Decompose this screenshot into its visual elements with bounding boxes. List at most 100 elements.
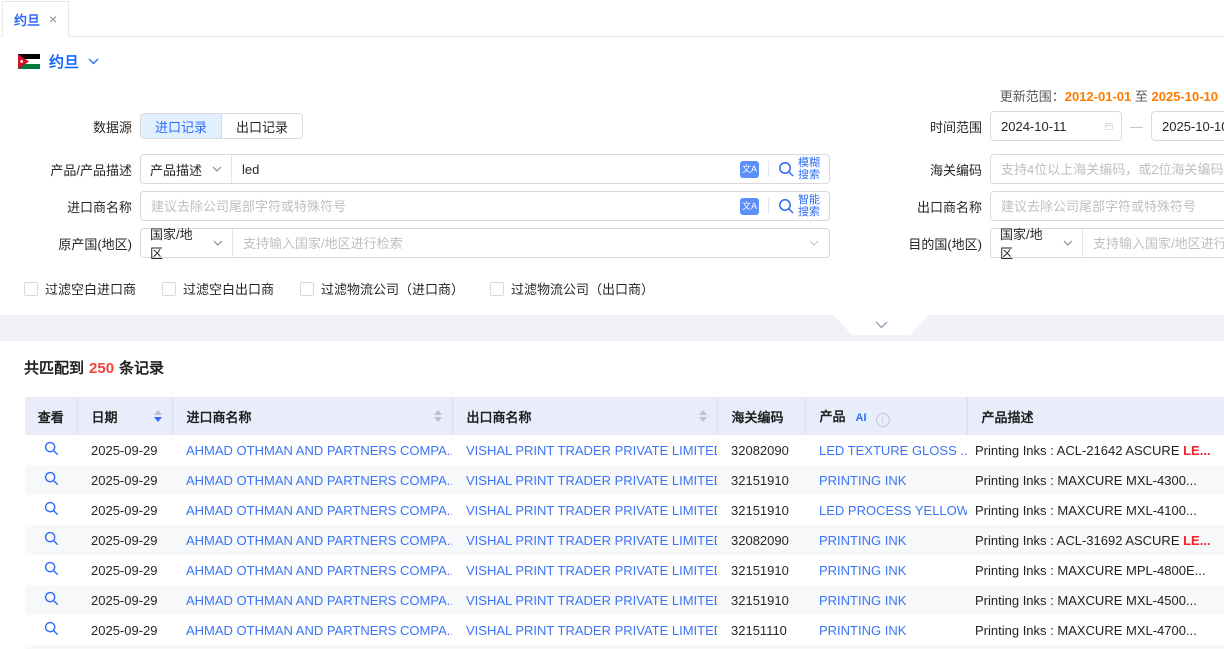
date-start-field[interactable]	[990, 111, 1122, 141]
cell-importer-link[interactable]: AHMAD OTHMAN AND PARTNERS COMPA...	[172, 465, 452, 495]
cell-hs-code: 32151910	[717, 465, 805, 495]
chevron-down-icon[interactable]	[88, 58, 99, 65]
chevron-down-icon	[875, 321, 888, 329]
cell-product-link[interactable]: PRINTING INK	[805, 465, 967, 495]
origin-label: 原产国(地区)	[0, 234, 140, 253]
cell-importer-link[interactable]: AHMAD OTHMAN AND PARTNERS COMPA...	[172, 615, 452, 645]
view-record-icon[interactable]	[44, 621, 59, 636]
date-end-field[interactable]	[1151, 111, 1224, 141]
date-start-input[interactable]	[991, 112, 1105, 140]
cell-view	[25, 645, 77, 649]
checkbox-icon[interactable]	[162, 282, 176, 296]
view-record-icon[interactable]	[44, 441, 59, 456]
date-end-input[interactable]	[1152, 112, 1224, 140]
origin-input[interactable]	[233, 229, 805, 257]
product-type-select[interactable]: 产品描述	[141, 155, 232, 183]
header-importer: 进口商名称	[172, 397, 452, 435]
update-range: 更新范围：2012-01-01 至 2025-10-10	[0, 86, 1224, 105]
smart-search-button[interactable]: 智能搜索	[778, 194, 829, 218]
view-record-icon[interactable]	[44, 591, 59, 606]
info-icon[interactable]	[876, 413, 890, 427]
translate-icon[interactable]	[740, 198, 759, 215]
table-row: 2025-09-29AHMAD OTHMAN AND PARTNERS COMP…	[25, 495, 1224, 525]
view-record-icon[interactable]	[44, 471, 59, 486]
fuzzy-search-button[interactable]: 模糊搜索	[778, 157, 829, 181]
checkbox-icon[interactable]	[490, 282, 504, 296]
origin-field: 国家/地区	[140, 228, 830, 258]
cell-exporter-link[interactable]: VISHAL PRINT TRADER PRIVATE LIMITED	[452, 585, 717, 615]
cell-importer-link[interactable]: AHMAD OTHMAN AND PARTNERS COMPA...	[172, 525, 452, 555]
destination-type-select[interactable]: 国家/地区	[991, 229, 1083, 257]
cell-exporter-link[interactable]: VISHAL PRINT TRADER PRIVATE LIMITED	[452, 435, 717, 465]
view-record-icon[interactable]	[44, 561, 59, 576]
cell-description: Printing Inks : MAXCURE MXL-4500...	[967, 585, 1224, 615]
translate-icon[interactable]	[740, 161, 759, 178]
origin-type-select[interactable]: 国家/地区	[141, 229, 233, 257]
cell-exporter-link[interactable]: VISHAL PRINT TRADER PRIVATE LIMITED	[452, 615, 717, 645]
collapse-strip	[0, 315, 1224, 341]
cell-exporter-link[interactable]: VISHAL PRINT TRADER PRIVATE LIMITED	[452, 465, 717, 495]
exporter-input[interactable]	[991, 192, 1224, 220]
jordan-flag-icon	[18, 54, 40, 69]
header-exporter: 出口商名称	[452, 397, 717, 435]
cell-date: 2025-09-29	[77, 585, 172, 615]
checkbox-icon[interactable]	[300, 282, 314, 296]
cell-product-link[interactable]: LED MONITOR	[805, 645, 967, 649]
close-icon[interactable]: ×	[49, 12, 57, 26]
product-search-field: 产品描述 模糊搜索	[140, 154, 830, 184]
view-record-icon[interactable]	[44, 531, 59, 546]
collapse-panel-button[interactable]	[833, 315, 929, 335]
cell-product-link[interactable]: PRINTING INK	[805, 555, 967, 585]
cell-importer-link[interactable]: SAMSUNG ELECTRONICS CO LTD	[172, 645, 452, 649]
cell-hs-code: 32151110	[717, 615, 805, 645]
table-row: 2025-09-29AHMAD OTHMAN AND PARTNERS COMP…	[25, 615, 1224, 645]
update-range-label: 更新范围：	[1000, 89, 1065, 104]
checkbox-icon[interactable]	[24, 282, 38, 296]
cell-importer-link[interactable]: AHMAD OTHMAN AND PARTNERS COMPA...	[172, 435, 452, 465]
filter-logistics-exporter[interactable]: 过滤物流公司（出口商）	[490, 279, 654, 298]
table-header-row: 查看 日期 进口商名称 出口商名称 海关编码 产品AI 产品描述	[25, 397, 1224, 435]
table-row: 2025-09-29AHMAD OTHMAN AND PARTNERS COMP…	[25, 555, 1224, 585]
time-range-label: 时间范围	[830, 117, 990, 136]
sort-importer-button[interactable]	[434, 410, 442, 422]
cell-description: LS32FM801UMXUE#&MÀN HÌNH VI ...	[967, 645, 1224, 649]
header-description: 产品描述	[967, 397, 1224, 435]
hs-code-input[interactable]	[991, 155, 1224, 183]
sort-exporter-button[interactable]	[699, 410, 707, 422]
cell-importer-link[interactable]: AHMAD OTHMAN AND PARTNERS COMPA...	[172, 495, 452, 525]
importer-input[interactable]	[141, 192, 740, 220]
cell-importer-link[interactable]: AHMAD OTHMAN AND PARTNERS COMPA...	[172, 585, 452, 615]
exporter-field[interactable]	[990, 191, 1224, 221]
search-highlight: LE...	[1183, 533, 1210, 548]
chevron-down-icon	[212, 166, 222, 172]
cell-product-link[interactable]: LED PROCESS YELLOW...	[805, 495, 967, 525]
cell-exporter-link[interactable]: VISHAL PRINT TRADER PRIVATE LIMITED	[452, 525, 717, 555]
cell-product-link[interactable]: LED TEXTURE GLOSS ...	[805, 435, 967, 465]
export-records-button[interactable]: 出口记录	[221, 114, 302, 138]
cell-date: 2025-09-29	[77, 435, 172, 465]
sort-date-button[interactable]	[154, 410, 162, 422]
date-separator: —	[1130, 119, 1143, 134]
cell-importer-link[interactable]: AHMAD OTHMAN AND PARTNERS COMPA...	[172, 555, 452, 585]
cell-exporter-link[interactable]: VISHAL PRINT TRADER PRIVATE LIMITED	[452, 495, 717, 525]
destination-input[interactable]	[1083, 229, 1224, 257]
cell-product-link[interactable]: PRINTING INK	[805, 525, 967, 555]
cell-exporter-link[interactable]: VISHAL PRINT TRADER PRIVATE LIMITED	[452, 555, 717, 585]
table-row: 2025-09-13SAMSUNG ELECTRONICS CO LTDCÔNG…	[25, 645, 1224, 649]
table-row: 2025-09-29AHMAD OTHMAN AND PARTNERS COMP…	[25, 525, 1224, 555]
cell-exporter-link[interactable]: CÔNG TY TNHH ĐIỆN TỬ SAMSUNG HCMC...	[452, 645, 717, 649]
hs-code-field[interactable]	[990, 154, 1224, 184]
import-records-button[interactable]: 进口记录	[141, 114, 221, 138]
filter-blank-exporter[interactable]: 过滤空白出口商	[162, 279, 274, 298]
filter-blank-importer[interactable]: 过滤空白进口商	[24, 279, 136, 298]
tab-jordan[interactable]: 约旦 ×	[2, 1, 69, 37]
cell-product-link[interactable]: PRINTING INK	[805, 585, 967, 615]
cell-description: Printing Inks : MAXCURE MPL-4800E...	[967, 555, 1224, 585]
filter-logistics-importer[interactable]: 过滤物流公司（进口商）	[300, 279, 464, 298]
cell-product-link[interactable]: PRINTING INK	[805, 615, 967, 645]
filter-checkboxes: 过滤空白进口商 过滤空白出口商 过滤物流公司（进口商） 过滤物流公司（出口商）	[0, 279, 1224, 298]
view-record-icon[interactable]	[44, 501, 59, 516]
destination-label: 目的国(地区)	[830, 234, 990, 253]
chevron-down-icon	[809, 240, 819, 246]
product-search-input[interactable]	[232, 155, 740, 183]
